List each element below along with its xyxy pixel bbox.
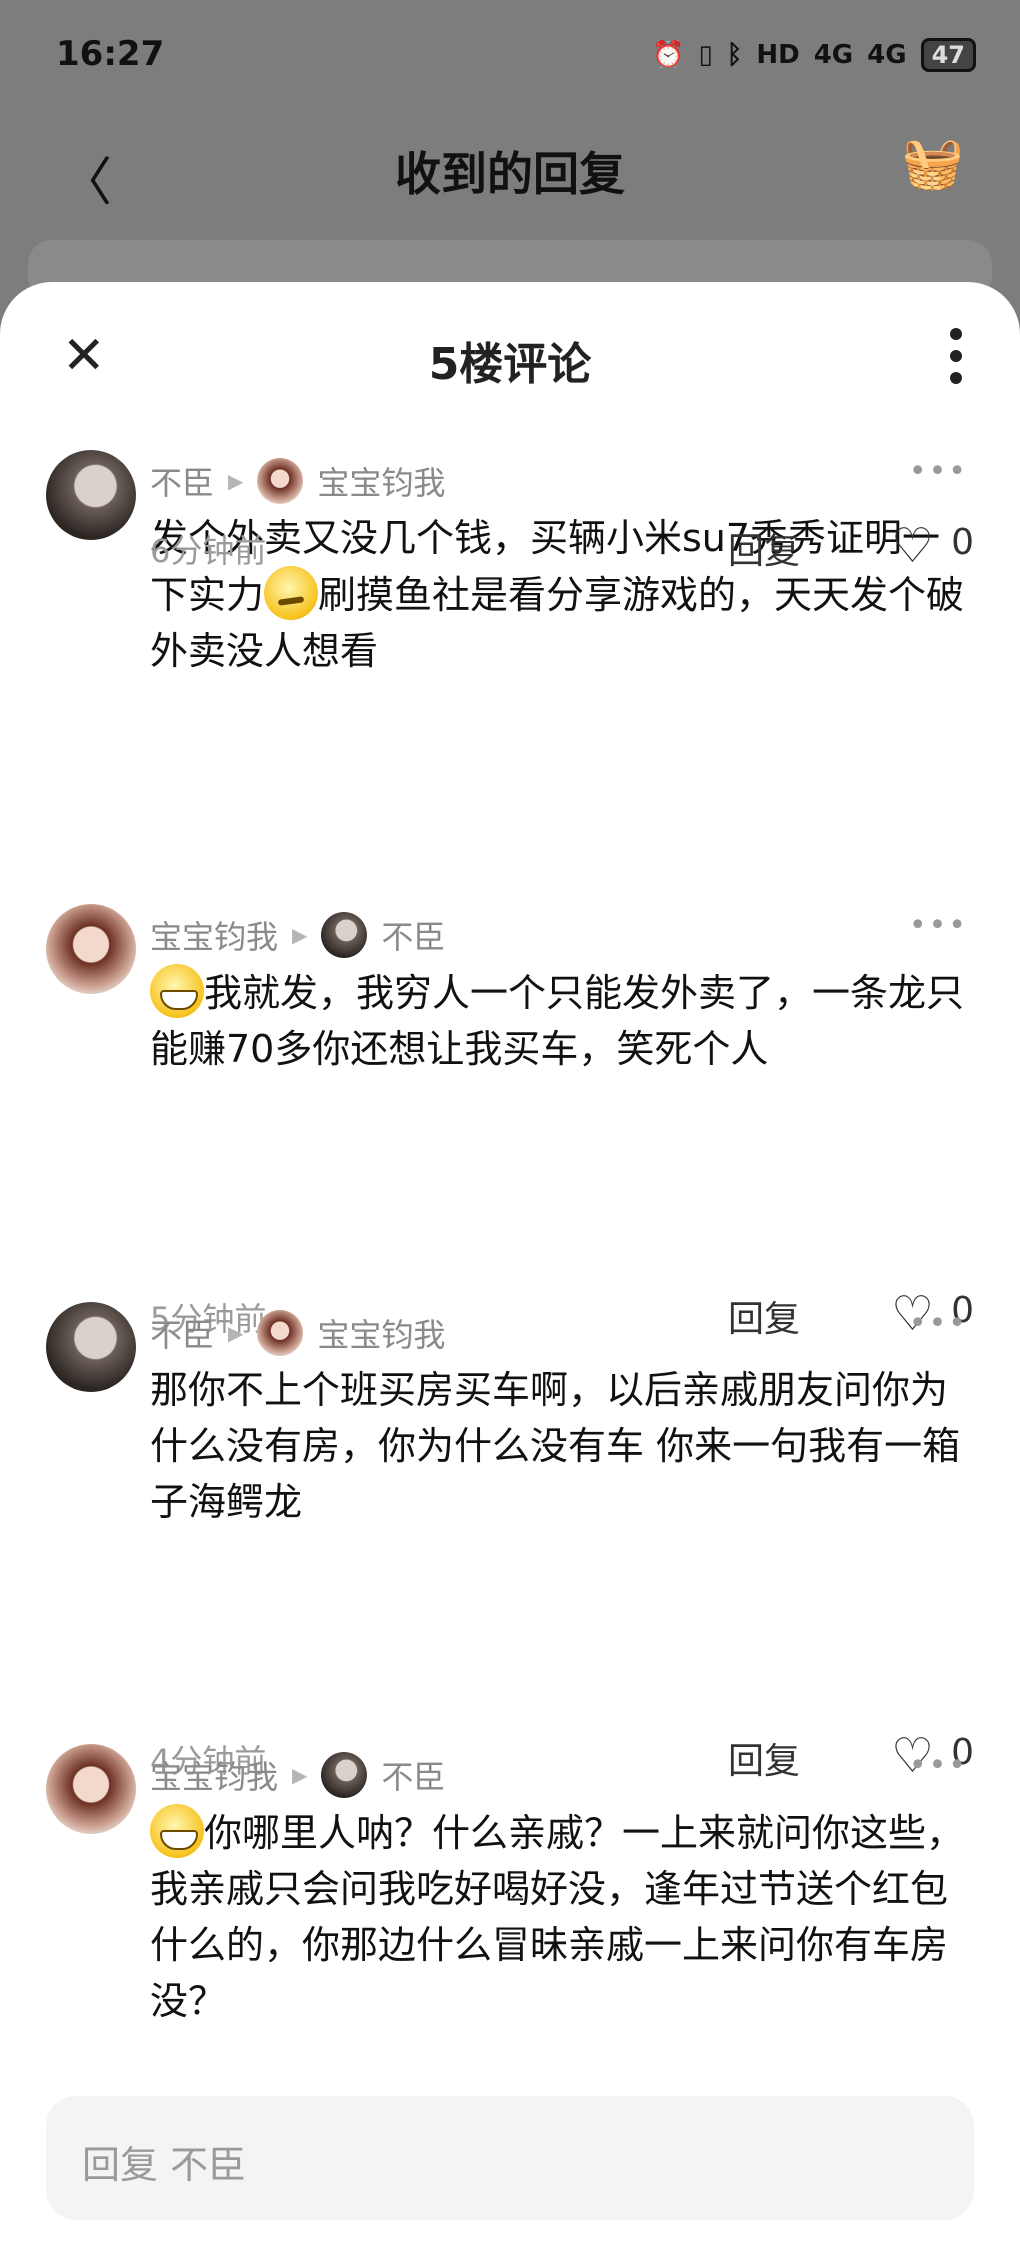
hd-icon: HD	[756, 40, 800, 70]
reply-arrow-icon: ▶	[228, 1321, 244, 1345]
reply-arrow-icon: ▶	[292, 1763, 308, 1787]
signal-4g-icon: 4G	[813, 40, 854, 70]
reply-to-avatar	[321, 912, 368, 958]
status-bar: 16:27 ⏰ ▯ ᛒ HD 4G 4G 47	[0, 0, 1020, 110]
reply-button[interactable]: 回复	[728, 1290, 800, 1342]
comment-text-part: 我就发，我穷人一个只能发外卖了，一条龙只能赚70多你还想让我买车，笑死个人	[150, 971, 965, 1071]
reply-to-name[interactable]: 宝宝钧我	[317, 1310, 445, 1356]
avatar[interactable]	[46, 1744, 136, 1834]
status-time: 16:27	[56, 34, 165, 74]
signal-4g-icon-2: 4G	[867, 40, 907, 70]
comment-more-icon[interactable]: •••	[909, 454, 968, 489]
alarm-icon: ⏰	[652, 40, 685, 70]
status-icons: ⏰ ▯ ᛒ HD 4G 4G 47	[652, 38, 976, 72]
author-name[interactable]: 不臣	[150, 458, 214, 504]
comment-meta: 宝宝钧我 ▶ 不臣	[150, 1752, 445, 1798]
author-name[interactable]: 宝宝钧我	[150, 912, 278, 958]
bluetooth-icon: ᛒ	[726, 40, 743, 70]
more-vertical-icon[interactable]	[946, 328, 966, 384]
reply-to-avatar	[321, 1752, 368, 1798]
basket-icon[interactable]: 🧺	[902, 134, 964, 193]
reply-button[interactable]: 回复	[728, 1732, 800, 1784]
comment-time: 6分钟前	[150, 532, 267, 570]
reply-to-name[interactable]: 不臣	[381, 1752, 445, 1798]
reply-input-placeholder: 回复 不臣	[82, 2143, 247, 2187]
reply-to-name[interactable]: 不臣	[381, 912, 445, 958]
avatar[interactable]	[46, 1302, 136, 1392]
battery-icon: 47	[920, 38, 976, 72]
reply-arrow-icon: ▶	[292, 923, 308, 947]
author-name[interactable]: 宝宝钧我	[150, 1752, 278, 1798]
sheet-title: 5楼评论	[428, 339, 592, 390]
comment-text: 我就发，我穷人一个只能发外卖了，一条龙只能赚70多你还想让我买车，笑死个人	[150, 964, 970, 1077]
comment-text-part: 你哪里人呐？什么亲戚？一上来就问你这些，我亲戚只会问我吃好喝好没，逢年过节送个红…	[150, 1811, 965, 2023]
comment-sheet: ✕ 5楼评论 不臣 ▶ 宝宝钧我 ••• 发个外卖又没几个钱，买辆小米su7秀秀…	[0, 282, 1020, 2244]
comment-text: 你哪里人呐？什么亲戚？一上来就问你这些，我亲戚只会问我吃好喝好没，逢年过节送个红…	[150, 1804, 970, 2029]
vibrate-icon: ▯	[698, 40, 713, 70]
comment-text: 那你不上个班买房买车啊，以后亲戚朋友问你为什么没有房，你为什么没有车 你来一句我…	[150, 1368, 961, 1524]
reply-to-name[interactable]: 宝宝钧我	[317, 458, 445, 504]
grin-emoji-icon	[150, 964, 204, 1018]
reply-to-avatar	[257, 1310, 304, 1356]
reply-input[interactable]: 回复 不臣	[46, 2096, 974, 2220]
page-title: 收到的回复	[395, 147, 625, 201]
grin-emoji-icon	[150, 1804, 204, 1858]
author-name[interactable]: 不臣	[150, 1310, 214, 1356]
comment-meta: 不臣 ▶ 宝宝钧我	[150, 458, 445, 504]
comment-more-icon[interactable]: •••	[909, 1306, 968, 1341]
comment-more-icon[interactable]: •••	[909, 908, 968, 943]
sheet-header: ✕ 5楼评论	[0, 282, 1020, 432]
comment-meta: 不臣 ▶ 宝宝钧我	[150, 1310, 445, 1356]
comment-more-icon[interactable]: •••	[909, 1748, 968, 1783]
reply-arrow-icon: ▶	[228, 469, 244, 493]
reply-to-avatar	[257, 458, 304, 504]
avatar[interactable]	[46, 904, 136, 994]
like-count: 0	[951, 522, 974, 563]
top-nav: 〈 收到的回复 🧺	[0, 110, 1020, 230]
comment-meta: 宝宝钧我 ▶ 不臣	[150, 912, 445, 958]
heart-icon[interactable]: ♡	[891, 516, 934, 576]
reply-button[interactable]: 回复	[728, 522, 800, 574]
comment-footer: 6分钟前 回复 ♡ 0	[0, 516, 1020, 576]
